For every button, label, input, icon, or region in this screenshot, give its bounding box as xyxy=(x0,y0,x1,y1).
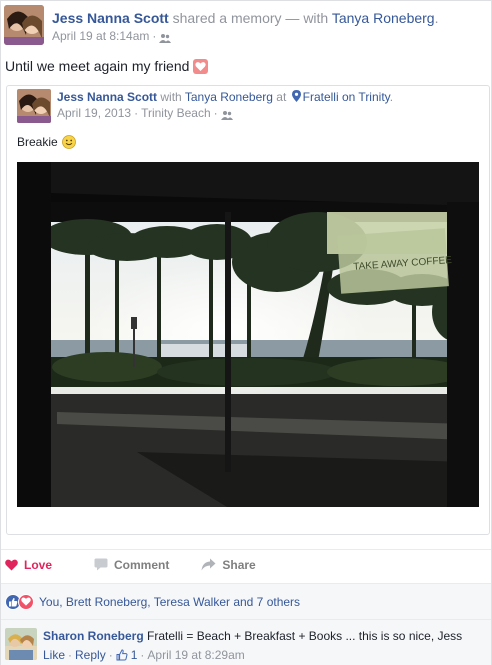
share-icon xyxy=(201,558,216,571)
memory-post: Jess Nanna Scott shared a memory — with … xyxy=(0,0,492,665)
reaction-icons xyxy=(5,593,34,610)
commenter-avatar[interactable] xyxy=(5,628,37,660)
memory-location[interactable]: Trinity Beach xyxy=(141,105,211,121)
comment-button[interactable]: Comment xyxy=(94,558,169,572)
comment-icon xyxy=(94,558,108,571)
action-text: shared a memory — with xyxy=(172,10,329,26)
shared-memory-card[interactable]: Jess Nanna Scott with Tanya Roneberg at … xyxy=(6,85,490,535)
memory-author-name[interactable]: Jess Nanna Scott xyxy=(57,90,157,104)
post-timestamp[interactable]: April 19 at 8:14am xyxy=(52,28,149,44)
separator-dot: · xyxy=(108,648,113,662)
share-button[interactable]: Share xyxy=(201,557,256,572)
punctuation: . xyxy=(389,90,394,104)
comment-meta: Like · Reply · 1 · April 19 at 8:29am xyxy=(43,647,245,663)
author-name[interactable]: Jess Nanna Scott xyxy=(52,10,169,26)
action-bar: Love Comment Share xyxy=(1,549,491,579)
author-avatar[interactable] xyxy=(4,5,44,45)
at-label: at xyxy=(276,90,287,104)
comment-item: Sharon Roneberg Fratelli = Beach + Break… xyxy=(1,619,491,665)
memory-date[interactable]: April 19, 2013 xyxy=(57,105,131,121)
comment-body: Fratelli = Beach + Breakfast + Books ...… xyxy=(147,629,463,643)
separator-dot: · xyxy=(68,648,73,662)
reactions-text[interactable]: You, Brett Roneberg, Teresa Walker and 7… xyxy=(39,595,300,609)
share-label: Share xyxy=(222,557,256,572)
with-label: with xyxy=(160,90,182,104)
memory-author-avatar[interactable] xyxy=(17,89,51,123)
heart-emoji-icon xyxy=(193,58,209,74)
friends-icon[interactable] xyxy=(220,108,233,120)
smile-icon xyxy=(61,135,76,149)
memory-caption: Breakie xyxy=(17,135,58,149)
separator-dot: · xyxy=(134,106,139,120)
commenter-name[interactable]: Sharon Roneberg xyxy=(43,629,144,643)
separator-dot: · xyxy=(152,29,157,43)
memory-photo[interactable]: TAKE AWAY COFFEE xyxy=(17,162,479,507)
comment-like-link[interactable]: Like xyxy=(43,647,65,663)
reactions-summary[interactable]: You, Brett Roneberg, Teresa Walker and 7… xyxy=(1,583,491,619)
punctuation: . xyxy=(434,10,439,26)
tagged-friend[interactable]: Tanya Roneberg xyxy=(332,10,435,26)
love-reaction-icon xyxy=(18,593,34,610)
memory-tagged-friend[interactable]: Tanya Roneberg xyxy=(185,90,273,104)
thumbs-up-icon[interactable] xyxy=(116,649,128,661)
location-pin-icon xyxy=(291,90,301,102)
memory-header-text: Jess Nanna Scott with Tanya Roneberg at … xyxy=(57,90,477,121)
heart-icon xyxy=(5,559,18,570)
memory-caption-row: Breakie xyxy=(17,134,76,150)
comment-reply-link[interactable]: Reply xyxy=(75,647,106,663)
friends-icon[interactable] xyxy=(159,31,172,43)
place-link[interactable]: Fratelli on Trinity xyxy=(303,90,390,104)
comment-text-row: Sharon Roneberg Fratelli = Beach + Break… xyxy=(43,628,483,644)
comment-label: Comment xyxy=(114,557,170,572)
status-text-row: Until we meet again my friend xyxy=(5,57,209,75)
separator-dot: · xyxy=(140,648,145,662)
comment-like-count[interactable]: 1 xyxy=(131,647,138,663)
love-label: Love xyxy=(24,557,53,572)
header-text: Jess Nanna Scott shared a memory — with … xyxy=(52,9,482,44)
separator-dot: · xyxy=(213,106,218,120)
comment-timestamp[interactable]: April 19 at 8:29am xyxy=(147,647,244,663)
love-button[interactable]: Love xyxy=(5,558,52,572)
status-text: Until we meet again my friend xyxy=(5,58,190,74)
